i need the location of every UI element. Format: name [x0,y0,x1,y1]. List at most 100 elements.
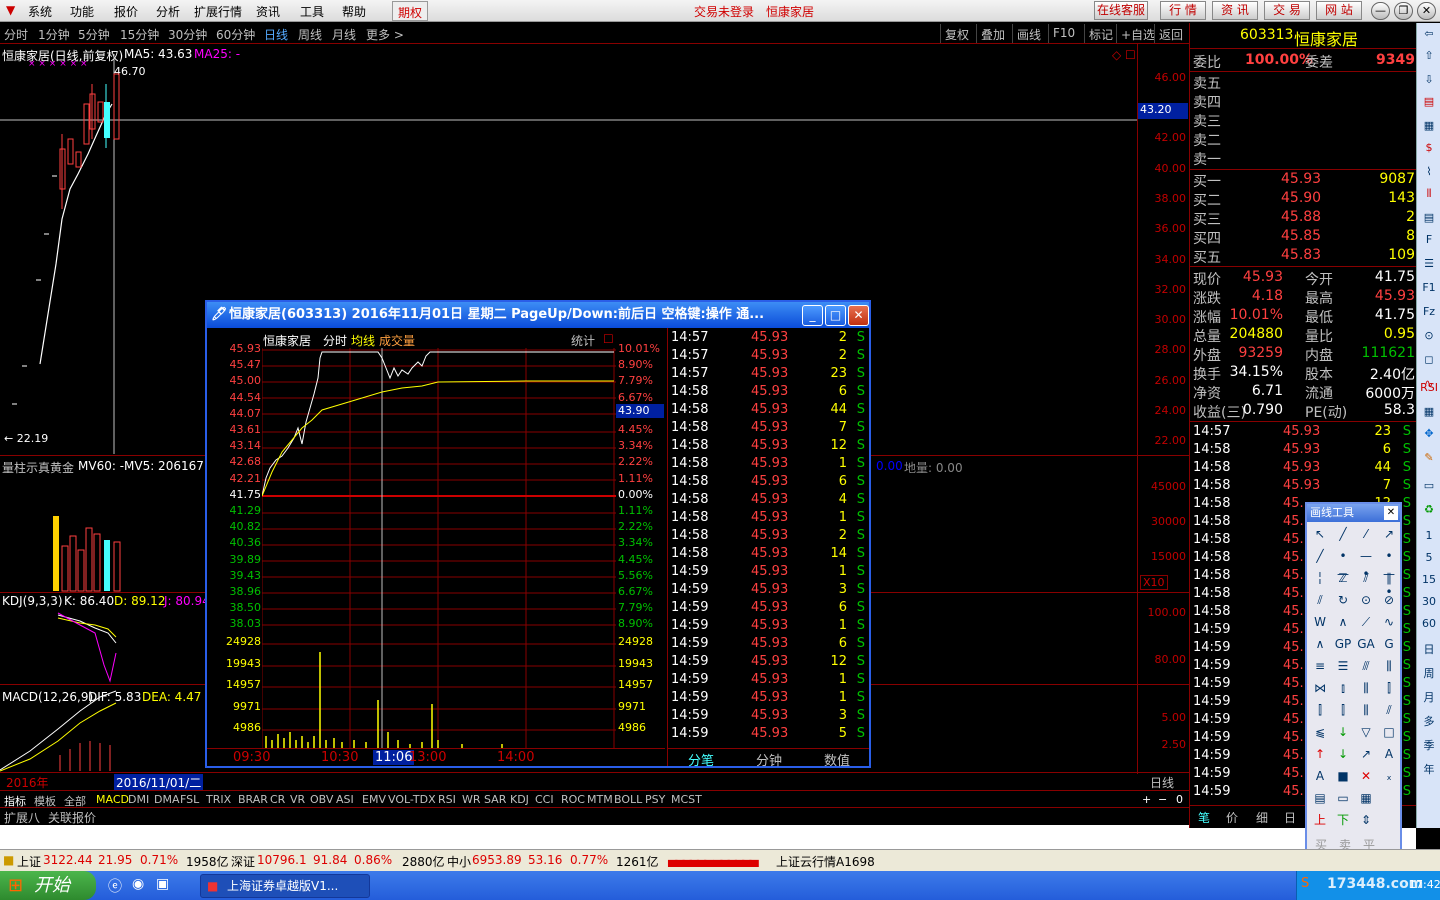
arc-tool-icon[interactable]: ↻ [1334,591,1352,609]
menu-help[interactable]: 帮助 [342,3,366,20]
tab-vr[interactable]: VR [290,793,305,806]
popup-minimize-icon[interactable]: _ [802,305,823,326]
intraday-popup-window[interactable]: 🖊 恒康家居(603313) 2016年11月01日 星期二 PageUp/Do… [205,300,871,769]
tab-mtm[interactable]: MTM [587,793,613,806]
parallel-tool-icon[interactable]: ⫽ [1357,569,1375,587]
period-multi[interactable]: 多 [1419,713,1439,731]
move-icon[interactable]: ✥ [1419,427,1439,445]
taskbar-app-button[interactable]: ■ 上海证券卓越版V1... [200,874,370,898]
add-favorite-button[interactable]: +自选 [1116,24,1159,43]
fib-zone-tool-icon[interactable]: ⫻ [1357,657,1375,675]
popup-titlebar[interactable]: 🖊 恒康家居(603313) 2016年11月01日 星期二 PageUp/Do… [207,302,869,328]
tab-monthly[interactable]: 月线 [332,26,356,43]
menu-quote[interactable]: 报价 [114,3,138,20]
fib-fan-tool-icon[interactable]: ⫼ [1380,657,1398,675]
arrow-line-tool-icon[interactable]: ↗ [1380,525,1398,543]
period-60[interactable]: 60 [1419,617,1439,635]
recycle-icon[interactable]: ♻ [1419,503,1439,521]
tab-fsl[interactable]: FSL [180,793,199,806]
tab-price[interactable]: 价 [1226,809,1238,826]
tab-detail[interactable]: 细 [1256,809,1268,826]
vertical-tool-icon[interactable]: ╎ [1311,569,1329,587]
no-circle-tool-icon[interactable]: ⊘ [1380,591,1398,609]
rsi-icon[interactable]: RSI [1419,381,1439,399]
arrow-down-icon[interactable]: ⇩ [1419,73,1439,91]
tab-sar[interactable]: SAR [484,793,506,806]
bars7-tool-icon[interactable]: ⫽ [1380,701,1398,719]
text-tool-icon[interactable]: A [1380,745,1398,763]
tab-cci[interactable]: CCI [535,793,554,806]
line-tool-icon[interactable]: ╱ [1334,525,1352,543]
tab-15min[interactable]: 15分钟 [120,26,159,43]
left-dot-tool-icon[interactable]: •— [1334,547,1352,581]
segment-tool-icon[interactable]: ╱ [1311,547,1329,565]
menu-news[interactable]: 资讯 [256,3,280,20]
zoom-reset-icon[interactable]: 0 [1176,793,1183,806]
tab-day[interactable]: 日 [1284,809,1296,826]
website-button[interactable]: 网 站 [1316,1,1362,20]
tab-cr[interactable]: CR [270,793,285,806]
table-icon[interactable]: ▦ [1419,119,1439,137]
fib-lines-tool-icon[interactable]: ☰ [1334,657,1352,675]
box-icon[interactable]: ◻ [1419,353,1439,371]
quicklaunch-desktop-icon[interactable]: ▣ [156,876,169,892]
menu-function[interactable]: 功能 [70,3,94,20]
menu-options-tab[interactable]: 期权 [392,1,429,21]
list-icon[interactable]: ☰ [1419,257,1439,275]
down-triangle-tool-icon[interactable]: ▽ [1357,723,1375,741]
kline-icon[interactable]: ⫴ [1419,187,1439,205]
menu-tools[interactable]: 工具 [300,3,324,20]
both-dot-tool-icon[interactable]: •—• [1380,547,1398,599]
quicklaunch-ie-icon[interactable]: ⓔ [108,876,122,896]
channel-tool-icon[interactable]: ∥ [1380,569,1398,587]
popup-close-icon[interactable]: ✕ [848,305,869,326]
popup-maximize-icon[interactable]: □ [825,305,846,326]
ray-tool-icon[interactable]: ⁄ [1357,525,1375,543]
up-down-tool-icon[interactable]: ⇕ [1357,811,1375,829]
gann-tool-icon[interactable]: G [1380,635,1398,653]
money-icon[interactable]: $ [1419,141,1439,159]
sine-tool-icon[interactable]: ∿ [1380,613,1398,631]
bars5-tool-icon[interactable]: ⫿ [1334,701,1352,719]
pointer-tool-icon[interactable]: ↖ [1311,525,1329,543]
tab-weekly[interactable]: 周线 [298,26,322,43]
quicklaunch-media-icon[interactable]: ◉ [132,876,144,892]
trade-button[interactable]: 交 易 [1264,1,1310,20]
grid-icon[interactable]: ▦ [1419,405,1439,423]
arrow-up-icon[interactable]: ⇧ [1419,49,1439,67]
wave-w-tool-icon[interactable]: W [1311,613,1329,631]
restore-icon[interactable]: ❐ [1394,2,1413,20]
tab-roc[interactable]: ROC [561,793,585,806]
trend-tool-icon[interactable]: ⟋ [1357,613,1375,631]
back-button[interactable]: 返回 [1154,24,1187,43]
right-dot-tool-icon[interactable]: —• [1357,547,1375,581]
tab-obv[interactable]: OBV [310,793,333,806]
tab-daily[interactable]: 日线 [264,26,288,43]
tools-close-icon[interactable]: ✕ [1384,506,1398,520]
blank-tool-icon[interactable] [1380,789,1398,807]
bars3-tool-icon[interactable]: ⫿ [1380,679,1398,697]
memo-tool-icon[interactable]: ▤ [1311,789,1329,807]
news-button[interactable]: 资 讯 [1212,1,1258,20]
red-arrow-tool-icon[interactable]: ↗ [1357,745,1375,763]
down-tool-icon[interactable]: ↓ [1334,723,1352,741]
popup-tab-minute[interactable]: 分钟 [756,750,782,769]
fan2-tool-icon[interactable]: ⫹ [1311,723,1329,741]
overlay-button[interactable]: 叠加 [976,24,1009,43]
draw-line-button[interactable]: 画线 [1012,24,1045,43]
popup-tab-value[interactable]: 数值 [824,750,850,769]
period-month[interactable]: 月 [1419,689,1439,707]
gann-p-tool-icon[interactable]: GP [1334,635,1352,653]
fz-icon[interactable]: Fz [1419,305,1439,323]
period-15[interactable]: 15 [1419,573,1439,591]
online-service-button[interactable]: 在线客服 [1094,1,1148,20]
login-status[interactable]: 交易未登录 [694,3,754,20]
tab-wr[interactable]: WR [462,793,481,806]
tab-vol-tdx[interactable]: VOL-TDX [388,793,436,806]
page-icon[interactable]: ▭ [1419,479,1439,497]
rectangle-tool-icon[interactable]: □ [1380,723,1398,741]
drawing-tools-palette[interactable]: 画线工具 ✕ ↖ ╱ ⁄ ↗ ╱ •— —• •—• ╎ ℤ ⫽ ∥ ⫽ ↻ ⊙ ⊘ W ∧ ⟋ ∿ ∧ GP GA G ≡ ☰ ⫻ ⫼… [1305,502,1402,854]
tray-s-icon[interactable]: S [1301,876,1309,891]
mark-button[interactable]: 标记 [1084,24,1117,43]
tab-intraday[interactable]: 分时 [4,26,28,43]
